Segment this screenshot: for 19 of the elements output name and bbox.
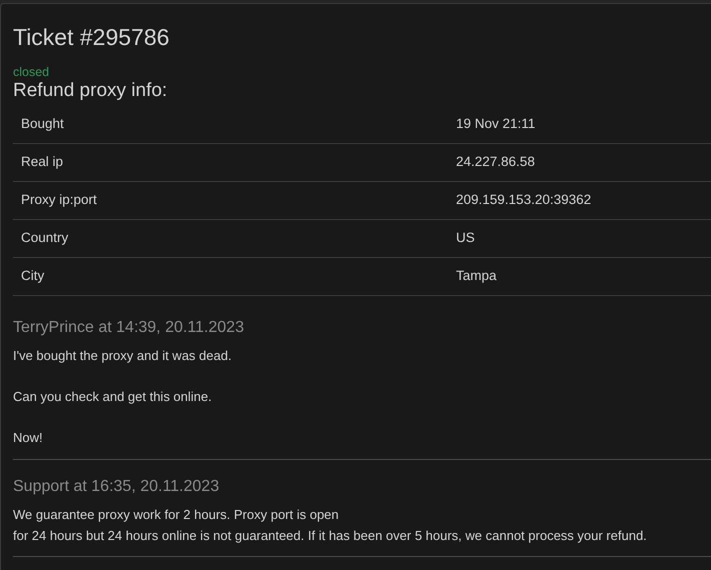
row-value: US [456, 229, 475, 248]
ticket-status: closed [13, 65, 50, 79]
row-label: Country [21, 230, 68, 246]
row-value: 209.159.153.20:39362 [456, 191, 592, 210]
row-value: Tampa [456, 267, 497, 286]
message-text: Now! [13, 429, 43, 447]
row-label: Real ip [21, 154, 64, 170]
section-heading: Refund proxy info: [13, 79, 168, 103]
message-header: Support at 16:35, 20.11.2023 [13, 477, 220, 497]
row-label: Proxy ip:port [21, 192, 97, 208]
message-text: I've bought the proxy and it was dead. [13, 347, 232, 365]
message-text: Can you check and get this online. [13, 388, 212, 406]
row-value: 19 Nov 21:11 [456, 115, 536, 134]
row-label: City [21, 268, 44, 284]
row-label: Bought [21, 116, 64, 132]
message-header: TerryPrince at 14:39, 20.11.2023 [13, 318, 244, 338]
ticket-title: Ticket #295786 [13, 23, 170, 51]
row-value: 24.227.86.58 [456, 153, 535, 172]
message-text: We guarantee proxy work for 2 hours. Proxy port is open for 24 hours but 24 hours online is not guaranteed. If it has been over 5 hours, we cannot process your refund. [13, 506, 647, 545]
